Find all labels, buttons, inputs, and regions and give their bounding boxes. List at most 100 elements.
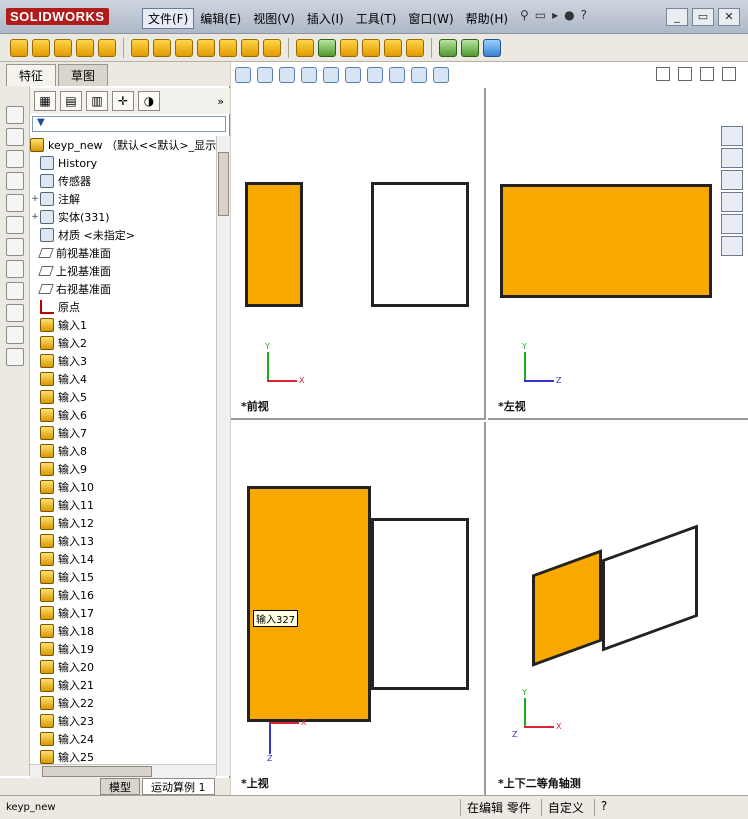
dome-icon[interactable] bbox=[263, 38, 281, 57]
menu-tools[interactable]: 工具(T) bbox=[350, 8, 403, 29]
tree-item[interactable]: 输入9 bbox=[30, 460, 216, 478]
revolve-icon[interactable] bbox=[32, 38, 50, 57]
viewport-isometric[interactable]: Y X Z *上下二等角轴测 bbox=[488, 422, 748, 795]
tree-item[interactable]: 输入3 bbox=[30, 352, 216, 370]
view-orientation-icon[interactable] bbox=[323, 67, 339, 83]
loft-icon[interactable] bbox=[76, 38, 94, 57]
appearance-icon[interactable] bbox=[389, 67, 405, 83]
sweep-icon[interactable] bbox=[54, 38, 72, 57]
help-icon[interactable]: ? bbox=[593, 799, 607, 816]
tree-item[interactable]: 输入5 bbox=[30, 388, 216, 406]
viewport-single-icon[interactable] bbox=[656, 67, 670, 81]
new-doc-icon[interactable]: ▭ bbox=[535, 8, 546, 22]
tab-sketch[interactable]: 草图 bbox=[58, 64, 109, 86]
wrap-icon[interactable] bbox=[241, 38, 259, 57]
shell-icon[interactable] bbox=[197, 38, 215, 57]
import-icon[interactable] bbox=[5, 348, 24, 366]
tree-item[interactable]: 输入10 bbox=[30, 478, 216, 496]
scroll-thumb[interactable] bbox=[42, 766, 152, 777]
viewport-front[interactable]: Y X *前视 bbox=[231, 88, 486, 420]
curves-icon[interactable] bbox=[461, 38, 479, 57]
minimize-button[interactable]: _ bbox=[666, 8, 688, 26]
tree-item[interactable]: 原点 bbox=[30, 298, 216, 316]
combine-icon[interactable] bbox=[340, 38, 358, 57]
tree-item[interactable]: 输入24 bbox=[30, 730, 216, 748]
graphics-area[interactable]: Y X *前视 Y Z *左视 输入327 Z X *上视 Y X Z *上下二… bbox=[231, 62, 748, 795]
tree-item[interactable]: 输入2 bbox=[30, 334, 216, 352]
box-icon[interactable] bbox=[5, 194, 24, 212]
menu-edit[interactable]: 编辑(E) bbox=[194, 8, 247, 29]
fillet-icon[interactable] bbox=[131, 38, 149, 57]
help-icon[interactable]: ? bbox=[581, 8, 587, 22]
zoom-area-icon[interactable] bbox=[257, 67, 273, 83]
dimxpert-icon[interactable]: ✛ bbox=[112, 91, 134, 111]
extrude-icon[interactable] bbox=[10, 38, 28, 57]
tree-item[interactable]: 输入1 bbox=[30, 316, 216, 334]
tree-item[interactable]: 输入23 bbox=[30, 712, 216, 730]
sketch-icon[interactable] bbox=[5, 260, 24, 278]
filter-input[interactable]: ▼ bbox=[32, 116, 226, 132]
tree-item[interactable]: 输入4 bbox=[30, 370, 216, 388]
box-icon[interactable] bbox=[5, 128, 24, 146]
viewport-split-icon[interactable] bbox=[678, 67, 692, 81]
feature-manager-icon[interactable]: ▦ bbox=[34, 91, 56, 111]
import-icon[interactable] bbox=[5, 326, 24, 344]
reference-geometry-icon[interactable] bbox=[439, 38, 457, 57]
mirror-icon[interactable] bbox=[318, 38, 336, 57]
tree-item[interactable]: 输入15 bbox=[30, 568, 216, 586]
rebuild-icon[interactable]: ● bbox=[564, 8, 574, 22]
zoom-icon[interactable] bbox=[235, 67, 251, 83]
scroll-thumb[interactable] bbox=[218, 152, 229, 216]
appearances-icon[interactable] bbox=[721, 214, 743, 234]
configuration-manager-icon[interactable]: ▥ bbox=[86, 91, 108, 111]
expand-chevron-icon[interactable]: » bbox=[217, 95, 224, 108]
scene-icon[interactable] bbox=[411, 67, 427, 83]
menu-view[interactable]: 视图(V) bbox=[247, 8, 301, 29]
menu-window[interactable]: 窗口(W) bbox=[402, 8, 459, 29]
box-icon[interactable] bbox=[5, 172, 24, 190]
tree-item[interactable]: 材质 <未指定> bbox=[30, 226, 216, 244]
tree-item[interactable]: 输入18 bbox=[30, 622, 216, 640]
viewport-left[interactable]: Y Z *左视 bbox=[488, 88, 748, 420]
tree-item[interactable]: + 注解 bbox=[30, 190, 216, 208]
instant3d-icon[interactable] bbox=[483, 38, 501, 57]
viewport-top[interactable]: 输入327 Z X *上视 bbox=[231, 422, 486, 795]
tree-vertical-scrollbar[interactable] bbox=[216, 136, 230, 776]
view-settings-icon[interactable] bbox=[433, 67, 449, 83]
split-icon[interactable] bbox=[362, 38, 380, 57]
tree-item[interactable]: 右视基准面 bbox=[30, 280, 216, 298]
tree-item[interactable]: 输入13 bbox=[30, 532, 216, 550]
view-palette-icon[interactable] bbox=[721, 192, 743, 212]
hide-show-icon[interactable] bbox=[367, 67, 383, 83]
tree-item[interactable]: History bbox=[30, 154, 216, 172]
tree-item[interactable]: 输入12 bbox=[30, 514, 216, 532]
expand-toggle-icon[interactable]: + bbox=[30, 212, 40, 222]
box-icon[interactable] bbox=[5, 238, 24, 256]
tree-horizontal-scrollbar[interactable] bbox=[30, 764, 216, 778]
tree-item[interactable]: 输入22 bbox=[30, 694, 216, 712]
tree-item[interactable]: 前视基准面 bbox=[30, 244, 216, 262]
tree-item[interactable]: 输入8 bbox=[30, 442, 216, 460]
tree-item[interactable]: 上视基准面 bbox=[30, 262, 216, 280]
menu-file[interactable]: 文件(F) bbox=[142, 8, 195, 29]
pin-icon[interactable]: ⚲ bbox=[520, 8, 529, 22]
open-icon[interactable]: ▸ bbox=[552, 8, 558, 22]
property-manager-icon[interactable]: ▤ bbox=[60, 91, 82, 111]
design-library-icon[interactable] bbox=[721, 148, 743, 168]
custom-properties-icon[interactable] bbox=[721, 236, 743, 256]
tree-item[interactable]: 输入17 bbox=[30, 604, 216, 622]
tree-item[interactable]: 输入21 bbox=[30, 676, 216, 694]
box-icon[interactable] bbox=[5, 216, 24, 234]
boundary-icon[interactable] bbox=[98, 38, 116, 57]
draft-icon[interactable] bbox=[219, 38, 237, 57]
tree-item[interactable]: 输入14 bbox=[30, 550, 216, 568]
tree-item[interactable]: 输入7 bbox=[30, 424, 216, 442]
tree-item[interactable]: + 实体(331) bbox=[30, 208, 216, 226]
smart-dimension-icon[interactable] bbox=[5, 282, 24, 300]
box-icon[interactable] bbox=[5, 150, 24, 168]
tree-item[interactable]: 输入16 bbox=[30, 586, 216, 604]
menu-insert[interactable]: 插入(I) bbox=[301, 8, 350, 29]
tab-motion-study[interactable]: 运动算例 1 bbox=[142, 778, 215, 795]
viewport-close-icon[interactable] bbox=[722, 67, 736, 81]
tree-item[interactable]: 输入6 bbox=[30, 406, 216, 424]
